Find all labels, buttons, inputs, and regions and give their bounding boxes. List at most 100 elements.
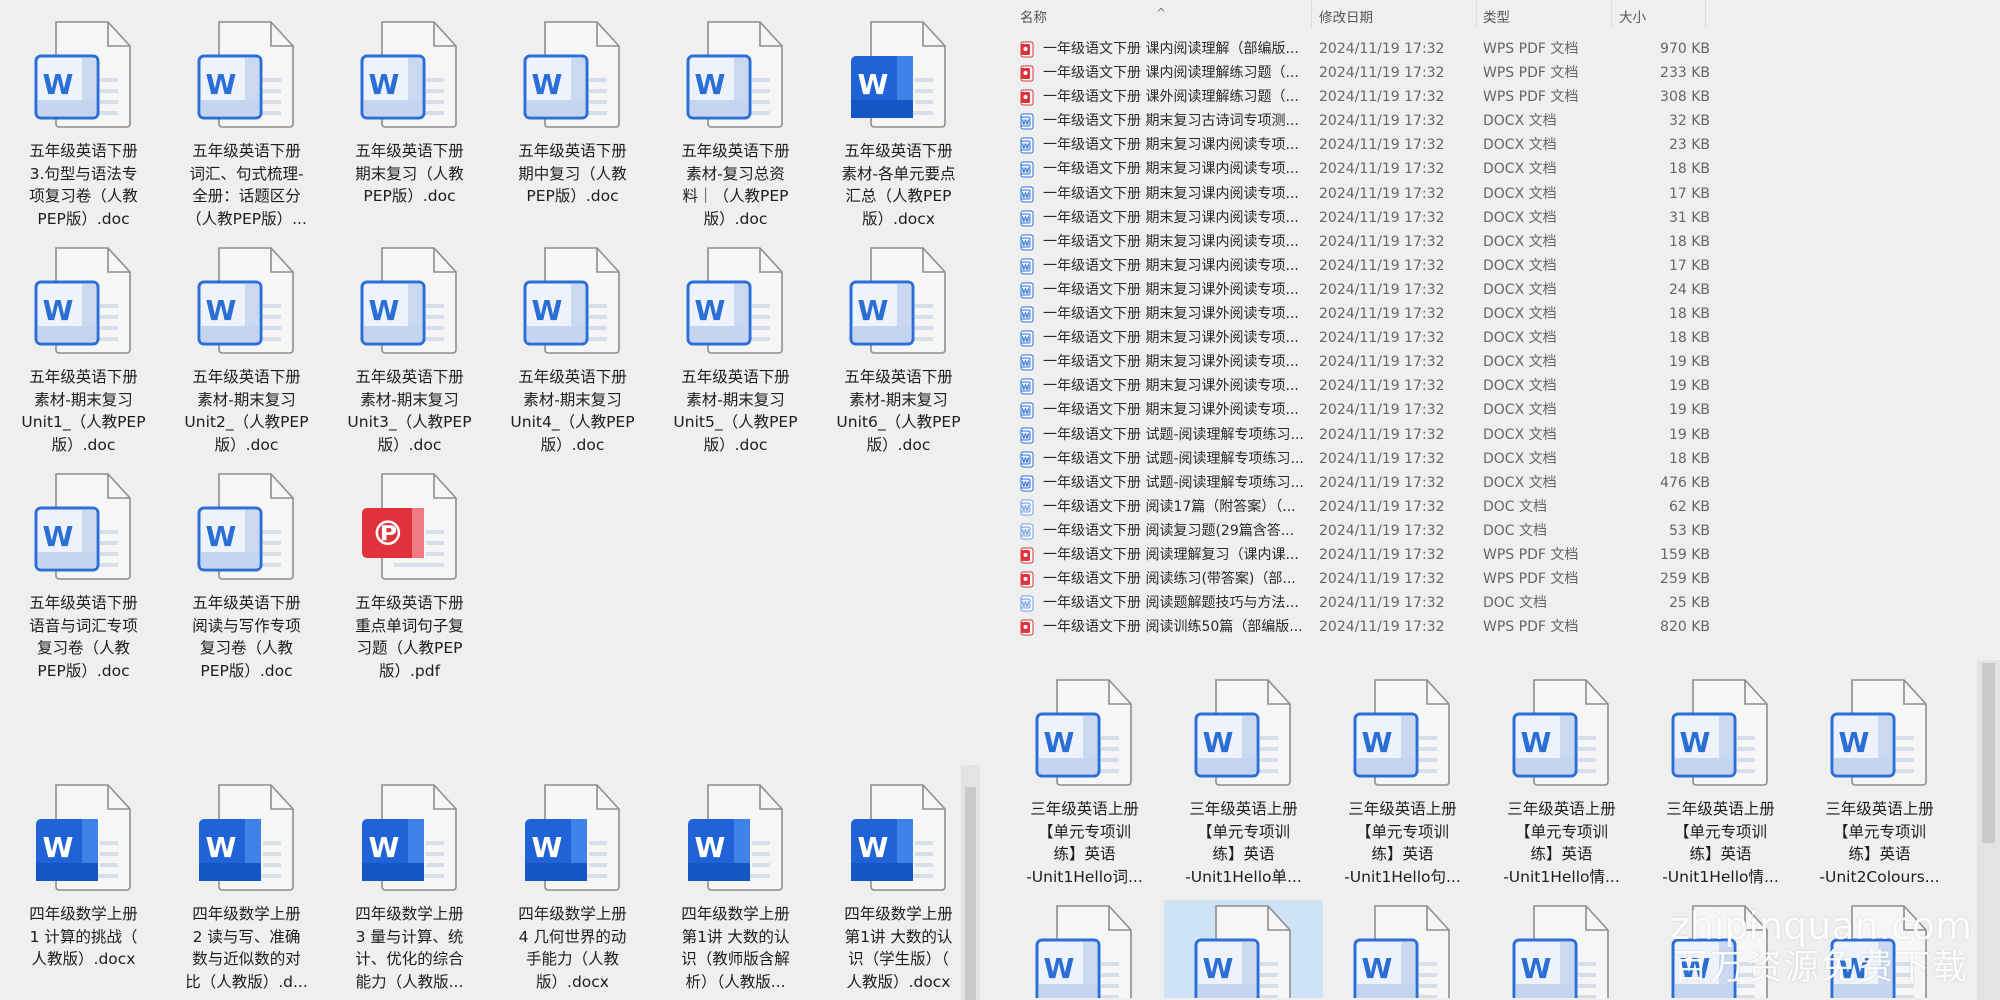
svg-text:W: W	[1202, 726, 1233, 759]
list-row[interactable]: 一年级语文下册 课内阅读理解（部编版... 2024/11/19 17:32 WPS…	[1000, 37, 2000, 61]
list-row[interactable]: W 一年级语文下册 期末复习课内阅读专项... 2024/11/19 17:32 DO…	[1000, 133, 2000, 157]
file-tile[interactable]: W 四年级数学上册 第1讲 大数的认 识（学生版）（ 人教版）.docx	[817, 779, 980, 993]
list-row[interactable]: 一年级语文下册 阅读训练50篇（部编版... 2024/11/19 17:32 WP…	[1000, 615, 2000, 639]
list-row[interactable]: W 一年级语文下册 期末复习课外阅读专项... 2024/11/19 17:32 DO…	[1000, 326, 2000, 350]
pdf-file-icon	[1020, 571, 1034, 588]
list-row[interactable]: 一年级语文下册 阅读练习(带答案)（部... 2024/11/19 17:32 WP…	[1000, 567, 2000, 591]
list-row[interactable]: W 一年级语文下册 期末复习课外阅读专项... 2024/11/19 17:32 DO…	[1000, 350, 2000, 374]
column-date[interactable]: 修改日期	[1319, 6, 1373, 26]
file-tile[interactable]: W 五年级英语下册 素材-期末复习 Unit2_（人教PEP 版）.doc	[165, 242, 328, 468]
list-row[interactable]: W 一年级语文下册 期末复习课外阅读专项... 2024/11/19 17:32 DO…	[1000, 374, 2000, 398]
row-date: 2024/11/19 17:32	[1319, 65, 1445, 82]
file-tile[interactable]: W 五年级英语下册 语音与词汇专项 复习卷（人教 PEP版）.doc	[2, 468, 165, 694]
file-tile[interactable]: W 四年级数学上册 1 计算的挑战（ 人教版）.docx	[2, 779, 165, 993]
list-row[interactable]: W 一年级语文下册 试题-阅读理解专项练习... 2024/11/19 17:32 D…	[1000, 447, 2000, 471]
svg-text:W: W	[531, 294, 562, 327]
row-name: 一年级语文下册 试题-阅读理解专项练习...	[1043, 426, 1304, 443]
list-row[interactable]: 一年级语文下册 阅读理解复习（课内课... 2024/11/19 17:32 WPS…	[1000, 543, 2000, 567]
file-tile[interactable]: W 五年级英语下册 素材-期末复习 Unit5_（人教PEP 版）.doc	[654, 242, 817, 468]
sort-ascending-icon: ^	[1156, 6, 1167, 20]
list-row[interactable]: W 一年级语文下册 阅读17篇（附答案）（... 2024/11/19 17:32 D…	[1000, 495, 2000, 519]
row-name: 一年级语文下册 期末复习课内阅读专项...	[1043, 161, 1299, 178]
column-type[interactable]: 类型	[1483, 6, 1510, 26]
column-size[interactable]: 大小	[1619, 6, 1646, 26]
file-tile[interactable]: W 五年级英语下册 素材-各单元要点 汇总（人教PEP 版）.docx	[817, 16, 980, 242]
list-row[interactable]: W 一年级语文下册 期末复习课内阅读专项... 2024/11/19 17:32 DO…	[1000, 206, 2000, 230]
column-name[interactable]: 名称	[1020, 6, 1047, 26]
file-tile[interactable]: W 五年级英语下册 素材-期末复习 Unit3_（人教PEP 版）.doc	[328, 242, 491, 468]
row-size: 18 KB	[1668, 306, 1710, 323]
column-divider[interactable]	[1705, 0, 1706, 28]
vertical-scrollbar[interactable]	[1977, 660, 2000, 1000]
file-tile[interactable]: W 五年级英语下册 素材-复习总资 料｜（人教PEP 版）.doc	[654, 16, 817, 242]
file-tile[interactable]: W 三年级英语上册 【单元专项训 练】英语 -Unit2Colours...	[1800, 674, 1959, 900]
list-row[interactable]: W 一年级语文下册 期末复习课内阅读专项... 2024/11/19 17:32 DO…	[1000, 230, 2000, 254]
list-row[interactable]: W 一年级语文下册 期末复习课外阅读专项... 2024/11/19 17:32 DO…	[1000, 398, 2000, 422]
file-tile[interactable]: W	[1482, 900, 1641, 998]
file-tile[interactable]: W 五年级英语下册 素材-期末复习 Unit1_（人教PEP 版）.doc	[2, 242, 165, 468]
list-row[interactable]: W 一年级语文下册 阅读题解题技巧与方法... 2024/11/19 17:32 DO…	[1000, 591, 2000, 615]
file-tile[interactable]: W 三年级英语上册 【单元专项训 练】英语 -Unit1Hello句...	[1323, 674, 1482, 900]
file-tile[interactable]: W 五年级英语下册 素材-期末复习 Unit6_（人教PEP 版）.doc	[817, 242, 980, 468]
list-row[interactable]: W 一年级语文下册 试题-阅读理解专项练习... 2024/11/19 17:32 D…	[1000, 471, 2000, 495]
list-row[interactable]: W 一年级语文下册 试题-阅读理解专项练习... 2024/11/19 17:32 D…	[1000, 423, 2000, 447]
word-document-icon: W	[521, 244, 625, 356]
file-tile[interactable]: W 四年级数学上册 3 量与计算、统 计、优化的综合 能力（人教版...	[328, 779, 491, 993]
file-tile[interactable]: W	[1164, 900, 1323, 998]
column-divider[interactable]	[1611, 0, 1612, 28]
list-row[interactable]: W 一年级语文下册 期末复习课外阅读专项... 2024/11/19 17:32 DO…	[1000, 302, 2000, 326]
svg-text:W: W	[1043, 952, 1074, 985]
file-name: 三年级英语上册 【单元专项训 练】英语 -Unit1Hello句...	[1344, 800, 1461, 886]
file-tile[interactable]: W 三年级英语上册 【单元专项训 练】英语 -Unit1Hello词...	[1005, 674, 1164, 900]
file-tile[interactable]: W 三年级英语上册 【单元专项训 练】英语 -Unit1Hello情...	[1641, 674, 1800, 900]
row-size: 32 KB	[1668, 113, 1710, 130]
file-tile[interactable]: W 三年级英语上册 【单元专项训 练】英语 -Unit1Hello单...	[1164, 674, 1323, 900]
svg-text:W: W	[1022, 143, 1030, 151]
list-row[interactable]: W 一年级语文下册 阅读复习题(29篇含答... 2024/11/19 17:32 D…	[1000, 519, 2000, 543]
row-date: 2024/11/19 17:32	[1319, 306, 1445, 323]
file-tile[interactable]: W 四年级数学上册 2 读与写、准确 数与近似数的对 比（人教版）.d...	[165, 779, 328, 993]
list-row[interactable]: W 一年级语文下册 期末复习课内阅读专项... 2024/11/19 17:32 DO…	[1000, 182, 2000, 206]
row-type: DOCX 文档	[1483, 330, 1557, 347]
row-type: DOCX 文档	[1483, 281, 1557, 298]
file-tile[interactable]: W	[1005, 900, 1164, 998]
svg-text:W: W	[42, 520, 73, 553]
file-tile[interactable]: ℗ 五年级英语下册 重点单词句子复 习题（人教PEP 版）.pdf	[328, 468, 491, 694]
svg-text:W: W	[694, 294, 725, 327]
file-name: 四年级数学上册 3 量与计算、统 计、优化的综合 能力（人教版...	[355, 905, 464, 991]
list-row[interactable]: 一年级语文下册 课外阅读理解练习题（... 2024/11/19 17:32 WPS…	[1000, 85, 2000, 109]
file-tile[interactable]: W 五年级英语下册 期中复习（人教 PEP版）.doc	[491, 16, 654, 242]
row-date: 2024/11/19 17:32	[1319, 209, 1445, 226]
vertical-scrollbar[interactable]	[961, 765, 980, 1000]
list-row[interactable]: W 一年级语文下册 期末复习课内阅读专项... 2024/11/19 17:32 DO…	[1000, 254, 2000, 278]
column-divider[interactable]	[1476, 0, 1477, 28]
scrollbar-thumb[interactable]	[1982, 663, 1995, 843]
list-row[interactable]: W 一年级语文下册 期末复习古诗词专项测... 2024/11/19 17:32 DO…	[1000, 109, 2000, 133]
row-date: 2024/11/19 17:32	[1319, 233, 1445, 250]
scrollbar-thumb[interactable]	[965, 787, 976, 1000]
file-name: 三年级英语上册 【单元专项训 练】英语 -Unit1Hello情...	[1503, 800, 1620, 886]
list-row[interactable]: W 一年级语文下册 期末复习课内阅读专项... 2024/11/19 17:32 DO…	[1000, 157, 2000, 181]
file-tile[interactable]: W 五年级英语下册 3.句型与语法专 项复习卷（人教 PEP版）.doc	[2, 16, 165, 242]
file-name: 五年级英语下册 3.句型与语法专 项复习卷（人教 PEP版）.doc	[29, 142, 138, 228]
file-tile[interactable]: W 五年级英语下册 期末复习（人教 PEP版）.doc	[328, 16, 491, 242]
file-name: 三年级英语上册 【单元专项训 练】英语 -Unit2Colours...	[1819, 800, 1940, 886]
list-header: ^ 名称 修改日期 类型 大小	[1000, 0, 2000, 28]
row-size: 53 KB	[1668, 522, 1710, 539]
list-row[interactable]: W 一年级语文下册 期末复习课外阅读专项... 2024/11/19 17:32 DO…	[1000, 278, 2000, 302]
file-tile[interactable]: W 四年级数学上册 4 几何世界的动 手能力（人教 版）.docx	[491, 779, 654, 993]
file-tile[interactable]: W 五年级英语下册 素材-期末复习 Unit4_（人教PEP 版）.doc	[491, 242, 654, 468]
svg-text:W: W	[1022, 215, 1030, 223]
file-tile[interactable]: W 三年级英语上册 【单元专项训 练】英语 -Unit1Hello情...	[1482, 674, 1641, 900]
file-tile[interactable]: W 五年级英语下册 阅读与写作专项 复习卷（人教 PEP版）.doc	[165, 468, 328, 694]
column-divider[interactable]	[1311, 0, 1312, 28]
file-tile[interactable]: W	[1323, 900, 1482, 998]
list-row[interactable]: 一年级语文下册 课内阅读理解练习题（... 2024/11/19 17:32 WPS…	[1000, 61, 2000, 85]
row-name: 一年级语文下册 期末复习古诗词专项测...	[1043, 113, 1299, 130]
row-name: 一年级语文下册 试题-阅读理解专项练习...	[1043, 474, 1304, 491]
file-tile[interactable]: W 五年级英语下册 词汇、句式梳理- 全册：话题区分 （人教PEP版）...	[165, 16, 328, 242]
word-document-icon: W	[1351, 902, 1455, 998]
file-tile[interactable]: W 四年级数学上册 第1讲 大数的认 识（教师版含解 析）（人教版...	[654, 779, 817, 993]
word-document-icon: W	[1020, 186, 1034, 203]
svg-text:W: W	[1361, 952, 1392, 985]
